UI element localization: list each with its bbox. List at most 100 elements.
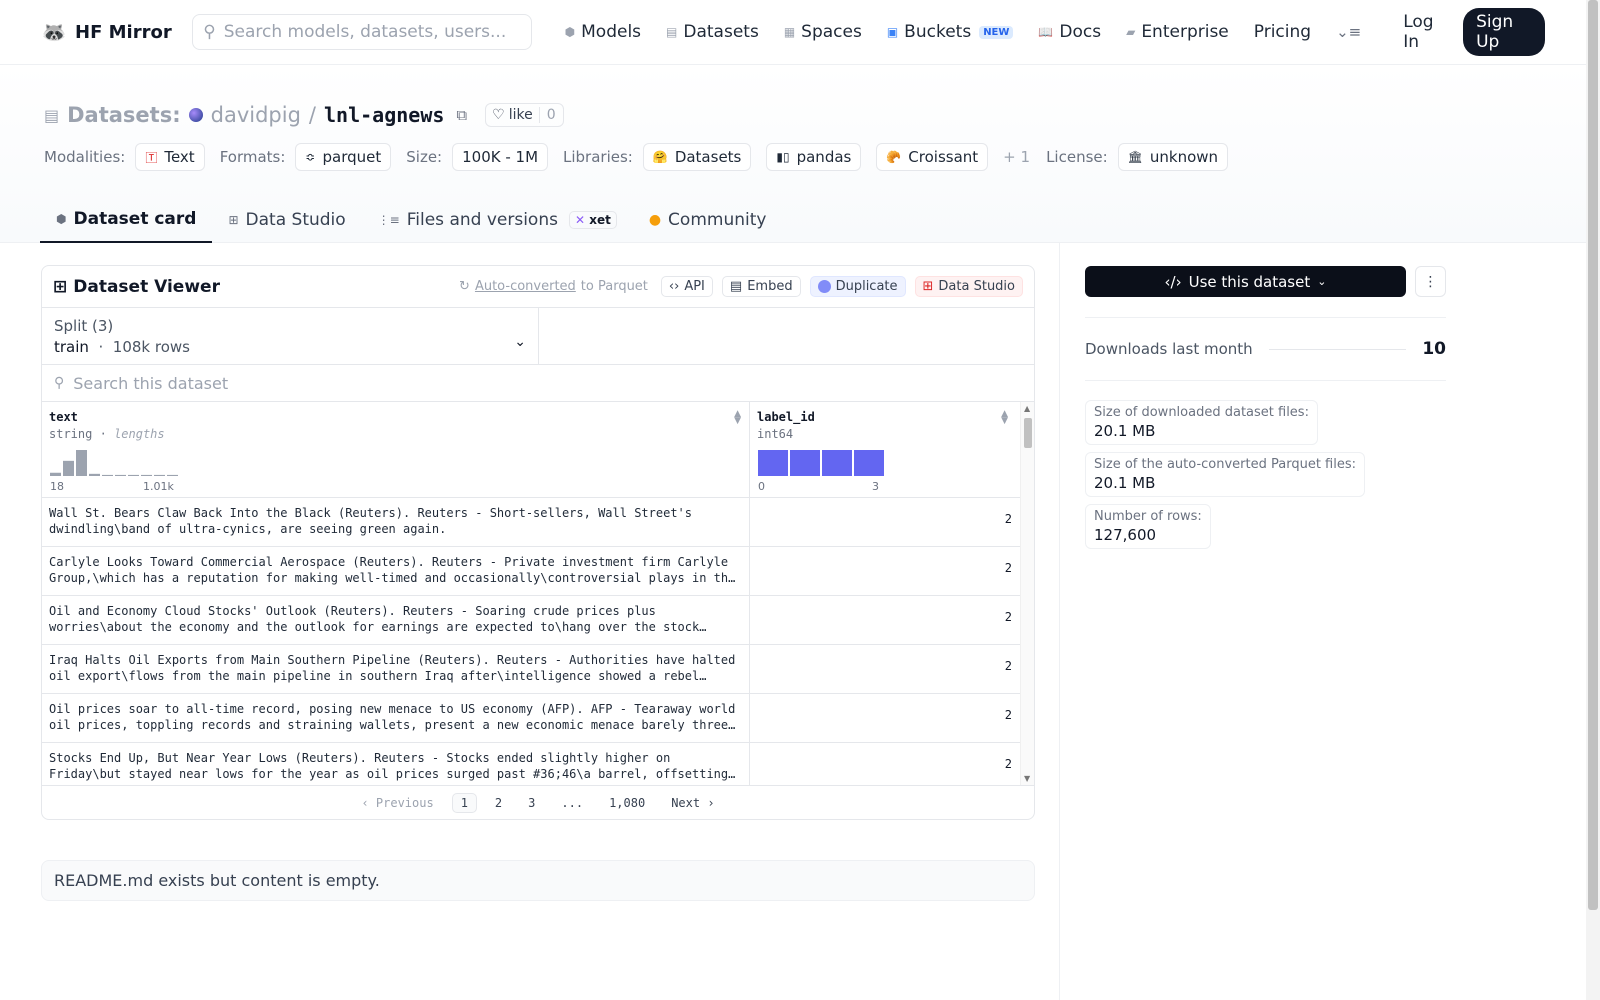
api-button[interactable]: ‹› API [660,276,713,297]
nav-datasets[interactable]: ▤ Datasets [666,22,759,42]
global-search[interactable]: ⚲ [192,14,532,50]
column-header-label-id[interactable]: label_id int64 ▲ ▼ 0 3 [750,402,1020,497]
nav-models[interactable]: ⬢ Models [565,22,641,42]
page-1[interactable]: 1 [451,792,477,813]
cell-text[interactable]: Stocks End Up, But Near Year Lows (Reute… [42,743,750,785]
tab-data-studio[interactable]: ⊞ Data Studio [212,197,361,243]
use-dataset-button[interactable]: ‹/› Use this dataset ⌄ [1085,266,1406,297]
cell-text[interactable]: Iraq Halts Oil Exports from Main Souther… [42,645,750,693]
tab-community[interactable]: ● Community [633,197,783,243]
tag-license[interactable]: 🏛 unknown [1117,143,1229,171]
tag-library-croissant[interactable]: 🥐 Croissant [876,143,989,171]
data-studio-button[interactable]: ⊞ Data Studio [914,276,1023,297]
page-2[interactable]: 2 [487,794,510,812]
cell-label-id[interactable]: 2 [750,694,1020,742]
page-scrollbar[interactable] [1586,0,1600,1000]
page-3[interactable]: 3 [520,794,543,812]
hist-min-label: 18 [50,480,64,493]
login-link[interactable]: Log In [1403,12,1447,52]
cell-text[interactable]: Carlyle Looks Toward Commercial Aerospac… [42,547,750,595]
label-id-histogram[interactable] [758,448,888,476]
cell-label-id[interactable]: 2 [750,645,1020,693]
split-selector[interactable]: Split (3) train · 108k rows ⌄ [42,308,539,364]
cell-text[interactable]: Oil prices soar to all-time record, posi… [42,694,750,742]
nav-buckets[interactable]: ▣ Buckets NEW [887,22,1014,42]
repo-type-label[interactable]: Datasets: [67,103,181,127]
tab-dataset-card[interactable]: ⬢ Dataset card [40,197,213,243]
table-row[interactable]: Oil and Economy Cloud Stocks' Outlook (R… [42,596,1034,645]
histogram-bar[interactable] [822,450,852,476]
cell-text[interactable]: Oil and Economy Cloud Stocks' Outlook (R… [42,596,750,644]
histogram-bar[interactable] [63,460,74,476]
copy-icon[interactable]: ⧉ [456,106,467,124]
text-modality-icon: 🅃 [145,150,158,165]
tab-files[interactable]: ⋮≡ Files and versions ✕ xet [362,197,633,243]
scroll-up-icon[interactable]: ▲ [1024,404,1030,413]
cell-text[interactable]: Wall St. Bears Claw Back Into the Black … [42,498,750,546]
table-scrollbar[interactable]: ▲ ▼ [1020,402,1034,785]
duplicate-button[interactable]: Duplicate [809,276,906,297]
auto-converted-link[interactable]: Auto-converted [475,279,576,294]
tag-library-datasets[interactable]: 🤗 Datasets [642,143,752,171]
more-libraries[interactable]: + 1 [1003,148,1030,166]
tag-modality-text[interactable]: 🅃 Text [135,143,205,171]
cell-label-id[interactable]: 2 [750,596,1020,644]
tag-label: Text [164,148,195,166]
previous-page-button[interactable]: ‹ Previous [361,796,433,810]
tag-format-parquet[interactable]: ≎ parquet [295,143,392,171]
histogram-bar[interactable] [141,474,152,476]
brand-name: HF Mirror [75,21,172,43]
signup-button[interactable]: Sign Up [1463,8,1545,56]
nav-pricing[interactable]: Pricing [1254,22,1311,42]
table-row[interactable]: Iraq Halts Oil Exports from Main Souther… [42,645,1034,694]
brand[interactable]: 🦝 HF Mirror [41,19,192,45]
histogram-bar[interactable] [854,450,884,476]
histogram-bar[interactable] [102,474,113,476]
histogram-bar[interactable] [167,474,178,476]
histogram-bar[interactable] [790,450,820,476]
like-button[interactable]: ♡ like 0 [485,103,564,127]
nav-links: ⬢ Models ▤ Datasets ▦ Spaces ▣ Buckets NEW 📖 D… [565,8,1545,56]
sort-icon[interactable]: ▲ ▼ [1001,410,1008,426]
table-row[interactable]: Carlyle Looks Toward Commercial Aerospac… [42,547,1034,596]
more-menu-icon[interactable]: ⌄≡ [1336,23,1361,41]
page-scroll-thumb[interactable] [1588,0,1598,910]
tag-size[interactable]: 100K - 1M [452,143,549,171]
more-options-button[interactable]: ⋮ [1415,266,1446,297]
table-icon: ⊞ [922,279,934,294]
sort-icon[interactable]: ▲ ▼ [734,410,741,426]
table-row[interactable]: Oil prices soar to all-time record, posi… [42,694,1034,743]
column-header-text[interactable]: text string · lengths ▲ ▼ 18 1.01k [42,402,750,497]
nav-spaces[interactable]: ▦ Spaces [784,22,862,42]
histogram-bar[interactable] [128,474,139,476]
embed-button[interactable]: ▤ Embed [721,276,801,297]
cell-label-id[interactable]: 2 [750,743,1020,785]
next-page-button[interactable]: Next › [671,796,714,810]
page-last[interactable]: 1,080 [601,794,653,812]
owner-link[interactable]: davidpig [211,103,301,127]
histogram-bar[interactable] [76,450,87,476]
cell-label-id[interactable]: 2 [750,547,1020,595]
table-row[interactable]: Wall St. Bears Claw Back Into the Black … [42,498,1034,547]
text-lengths-histogram[interactable] [50,448,180,476]
dataset-search[interactable]: ⚲ [42,365,1034,402]
community-icon: ● [648,212,662,228]
nav-docs[interactable]: 📖 Docs [1038,22,1101,42]
scroll-thumb[interactable] [1024,418,1032,448]
dataset-search-input[interactable] [73,373,974,393]
histogram-bar[interactable] [115,474,126,476]
histogram-bar[interactable] [758,450,788,476]
global-search-input[interactable] [223,22,514,42]
viewer-title-label: Dataset Viewer [73,276,220,297]
histogram-bar[interactable] [154,474,165,476]
scroll-down-icon[interactable]: ▼ [1024,774,1030,783]
histogram-bar[interactable] [50,472,61,476]
nav-enterprise[interactable]: ▰ Enterprise [1126,22,1229,42]
tab-label: Dataset card [73,209,197,229]
xet-icon: ✕ [574,213,586,227]
histogram-bar[interactable] [89,473,100,476]
tag-library-pandas[interactable]: ▮▯ pandas [766,143,862,171]
repo-name[interactable]: lnl-agnews [324,103,444,127]
table-row[interactable]: Stocks End Up, But Near Year Lows (Reute… [42,743,1034,785]
cell-label-id[interactable]: 2 [750,498,1020,546]
